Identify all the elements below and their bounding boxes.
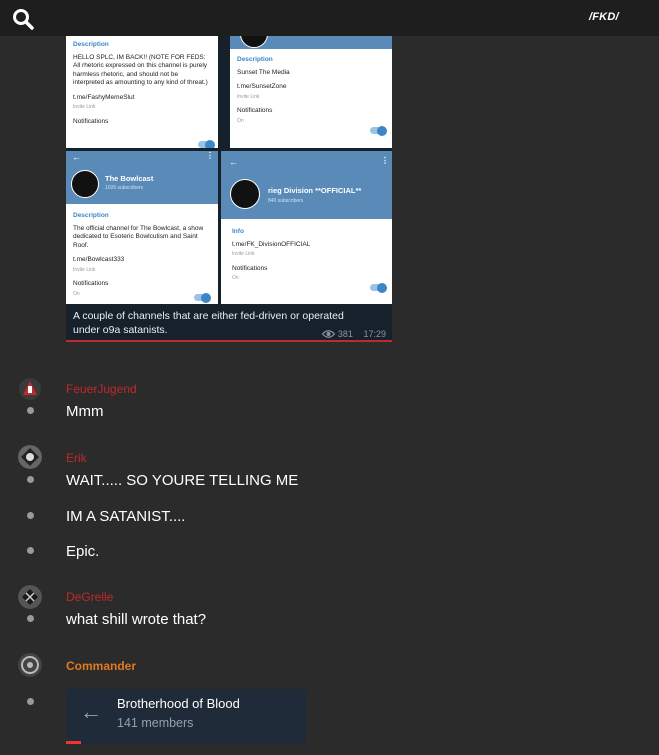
views-icon [322, 330, 336, 338]
preview-title: Brotherhood of Blood [117, 696, 240, 711]
message-bullet [27, 512, 34, 519]
notifications-toggle [198, 139, 215, 148]
channel-card-top-left: Description HELLO SPLC, IM BACK!! (NOTE … [66, 36, 218, 148]
avatar-emblem-icon [19, 378, 41, 400]
top-bar: /FKD/ [0, 0, 659, 36]
avatar[interactable] [18, 585, 42, 609]
message-bullet [27, 407, 34, 414]
card-link: t.me/FK_DivisionOFFICIAL [232, 240, 311, 248]
channel-avatar [240, 36, 268, 48]
card-link: t.me/Bowlcast333 [73, 256, 125, 263]
author-name[interactable]: DeGrelle [66, 590, 113, 604]
message-bullet [27, 547, 34, 554]
preview-subtitle: 141 members [117, 716, 194, 730]
avatar-emblem-icon [18, 653, 42, 677]
author-name[interactable]: Commander [66, 659, 136, 673]
channel-name: The Bowlcast [105, 174, 154, 183]
message-text: WAIT..... SO YOURE TELLING ME [66, 472, 299, 489]
notifications-toggle [370, 282, 387, 293]
card-section-title: Description [237, 56, 273, 63]
avatar[interactable] [18, 377, 42, 401]
channel-name: rieg Division **OFFICIAL** [268, 186, 362, 195]
back-arrow-icon: ← [229, 157, 238, 167]
card-section-title: Description [73, 41, 109, 48]
notifications-toggle [194, 292, 211, 303]
channel-card-top-right: Description Sunset The Media t.me/Sunset… [230, 36, 392, 148]
card-notifications-label: Notifications [73, 117, 109, 125]
post-image[interactable]: Description HELLO SPLC, IM BACK!! (NOTE … [66, 36, 392, 342]
author-name[interactable]: FeuerJugend [66, 382, 137, 396]
card-section-title: Description [73, 212, 109, 219]
search-icon[interactable] [12, 8, 34, 30]
channel-avatar [71, 170, 99, 198]
avatar[interactable] [18, 653, 42, 677]
avatar[interactable] [18, 445, 42, 469]
channel-subscribers: 1026 subscribers [105, 185, 144, 191]
card-description: HELLO SPLC, IM BACK!! (NOTE FOR FEDS: Al… [73, 53, 208, 87]
message-text: IM A SATANIST.... [66, 508, 186, 525]
channel-subscribers: 840 subscribers [268, 198, 304, 204]
notifications-toggle [370, 125, 387, 136]
card-notifications-label: Notifications [73, 280, 109, 287]
channel-card-bottom-right: ← ⋮ rieg Division **OFFICIAL** 840 subsc… [221, 151, 392, 305]
message-text: what shill wrote that? [66, 611, 207, 628]
channel-card-bottom-left: ← ⋮ The Bowlcast 1026 subscribers Descri… [66, 151, 218, 305]
card-link-hint: Invite Link [237, 93, 260, 100]
back-arrow-icon: ← [72, 152, 81, 162]
card-description: Sunset The Media [237, 68, 290, 76]
link-preview-card[interactable]: ← Brotherhood of Blood 141 members [66, 689, 306, 744]
message-text: Epic. [66, 543, 100, 560]
card-section-title: Info [232, 228, 244, 235]
card-link-hint: Invite Link [73, 266, 96, 273]
card-notifications-state: On [232, 275, 239, 281]
avatar-emblem-icon [18, 445, 42, 469]
card-link: t.me/FashyMemeSlut [73, 93, 135, 101]
channel-avatar [230, 179, 260, 209]
message-bullet [27, 698, 34, 705]
caption-divider [66, 340, 392, 342]
more-icon: ⋮ [381, 156, 389, 165]
message-bullet [27, 615, 34, 622]
card-description: The official channel for The Bowlcast, a… [73, 224, 204, 249]
card-notifications-label: Notifications [232, 264, 268, 272]
view-count: 381 [337, 329, 353, 339]
post-time: 17:29 [363, 329, 386, 339]
post-meta: 381 17:29 [322, 327, 386, 341]
preview-accent-bar [66, 741, 81, 744]
avatar-emblem-icon [18, 585, 42, 609]
card-notifications-label: Notifications [237, 107, 273, 114]
card-link-hint: Invite Link [73, 104, 96, 110]
message-bullet [27, 476, 34, 483]
card-link: t.me/SunsetZone [237, 83, 287, 90]
more-icon: ⋮ [206, 151, 214, 160]
message-text: Mmm [66, 403, 104, 420]
post-caption: A couple of channels that are either fed… [66, 304, 392, 342]
card-link-hint: Invite Link [232, 251, 255, 257]
brand-link[interactable]: /FKD/ [589, 11, 619, 23]
card-notifications-state: On [237, 117, 244, 124]
card-notifications-state: On [73, 290, 80, 297]
back-arrow-icon: ← [80, 699, 102, 724]
author-name[interactable]: Erik [66, 451, 87, 465]
